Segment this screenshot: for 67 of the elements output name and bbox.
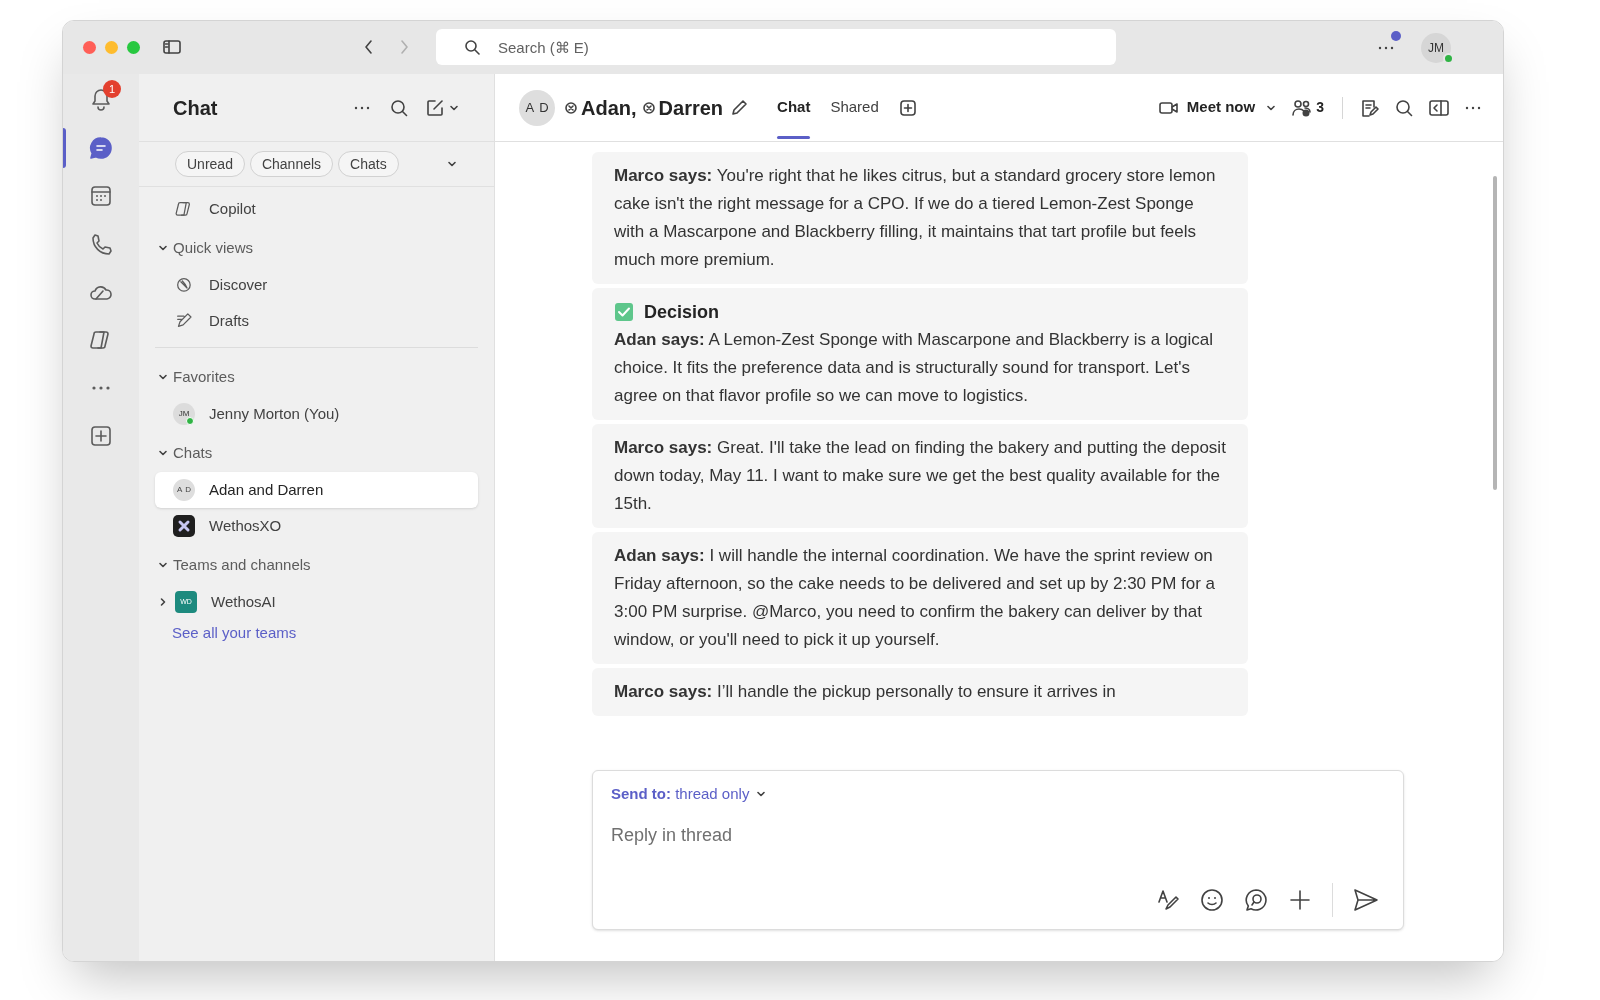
chat-tab[interactable]: Shared	[820, 73, 889, 142]
avatar-initial: A	[176, 484, 183, 496]
participant-name: Darren	[658, 95, 724, 121]
remove-icon[interactable]	[565, 101, 577, 114]
remove-icon[interactable]	[642, 101, 655, 114]
message-text: Adan says: A Lemon-Zest Sponge with Mascarpone and Blackberry is a logical choice. It fits the preference data and is structurally sound for transport. Let's agree on that flavor profile so we can move to logistics.	[614, 329, 1215, 407]
more-icon	[92, 386, 110, 390]
back-icon[interactable]	[363, 39, 375, 55]
filter-chip[interactable]: Channels	[249, 151, 334, 177]
message-text: Adan says: I will handle the internal coordination. We have the sprint review on Friday afternoon, so the cake needs to be delivered and set up by 2:30 PM for a 3:00 PM surprise. @Marco, you need to confirm the bakery can deliver by that window, or you'll need to pick it up yourself.	[614, 545, 1217, 651]
video-camera-icon	[1158, 99, 1179, 116]
send-to-selector[interactable]: Send to: thread only	[611, 783, 750, 806]
chat-bubble-icon	[87, 134, 115, 162]
sidebar-item[interactable]: WethosXO	[155, 508, 478, 544]
search-field[interactable]: Search (⌘ E)	[436, 29, 1116, 65]
see-all-teams-link[interactable]: See all your teams	[172, 622, 478, 645]
add-icon[interactable]	[1288, 888, 1312, 912]
search-icon	[464, 39, 480, 55]
filter-chip[interactable]: Chats	[338, 151, 399, 177]
chat-tab[interactable]: Chat	[767, 73, 821, 142]
app-logo-icon	[173, 515, 195, 537]
avatar-initial: D	[539, 98, 549, 117]
edit-icon[interactable]	[729, 97, 750, 118]
side-panel-icon[interactable]	[1429, 98, 1449, 117]
add-tab-icon[interactable]	[898, 98, 917, 117]
avatar-initial: A	[525, 98, 535, 117]
avatar: JM	[173, 403, 195, 425]
search-icon[interactable]	[1395, 98, 1413, 117]
loop-icon[interactable]	[1244, 888, 1268, 912]
avatar-initial: D	[185, 484, 192, 496]
rail-bell-button[interactable]: 1	[63, 80, 139, 120]
format-icon[interactable]	[1156, 888, 1180, 912]
checkbox-icon	[614, 302, 634, 322]
profile-avatar[interactable]: JM	[1421, 33, 1451, 63]
send-icon[interactable]	[1353, 888, 1379, 912]
meet-now-button[interactable]: Meet now	[1158, 96, 1256, 119]
search-icon[interactable]	[390, 98, 408, 117]
filter-chip[interactable]: Unread	[175, 151, 245, 177]
new-chat-button[interactable]	[426, 98, 460, 117]
participants-button[interactable]: 3	[1291, 97, 1324, 118]
decision-heading: Decision	[644, 300, 720, 324]
sidebar-item[interactable]: Discover	[155, 267, 478, 303]
participant-name: Adan,	[581, 95, 637, 121]
sidebar-item[interactable]: Drafts	[155, 303, 478, 339]
reply-input[interactable]: Reply in thread	[611, 821, 1385, 849]
sidebar-item[interactable]: Copilot	[155, 191, 478, 227]
notification-badge: 1	[103, 80, 121, 98]
sidebar-title: Chat	[173, 95, 219, 121]
section-header[interactable]: Teams and channels	[155, 546, 478, 584]
message-text: Marco says: I’ll handle the pickup personally to ensure it arrives in	[614, 681, 1117, 703]
notes-icon[interactable]	[1359, 97, 1379, 118]
message-text: Marco says: You're right that he likes citrus, but a standard grocery store lemon cake isn't the right message for a CPO. If we do a tiered Lemon-Zest Sponge with a Mascarpone and Blackberry filling, it maintains that tart profile but feels much more premium.	[614, 165, 1217, 271]
section-header[interactable]: Chats	[155, 434, 478, 472]
more-icon	[1378, 46, 1394, 50]
sidebar-item[interactable]: A D Adan and Darren	[155, 472, 478, 508]
sidebar-item[interactable]: JM Jenny Morton (You)	[155, 396, 478, 432]
more-icon[interactable]	[1465, 105, 1481, 110]
more-icon[interactable]	[354, 105, 370, 110]
sidebar-toggle-icon[interactable]	[163, 40, 181, 54]
compose-icon	[426, 98, 444, 117]
section-header[interactable]: Quick views	[155, 229, 478, 267]
message-text: Marco says: Great. I'll take the lead on finding the bakery and putting the deposit down today, May 11. I want to make sure we get the best quality available for the 15th.	[614, 437, 1226, 515]
people-icon	[1291, 97, 1314, 118]
section-header[interactable]: Favorites	[155, 358, 478, 396]
scrollbar[interactable]	[1493, 176, 1497, 490]
message-composer[interactable]: Send to: thread only Reply in thread	[592, 770, 1404, 930]
emoji-icon[interactable]	[1200, 888, 1224, 912]
